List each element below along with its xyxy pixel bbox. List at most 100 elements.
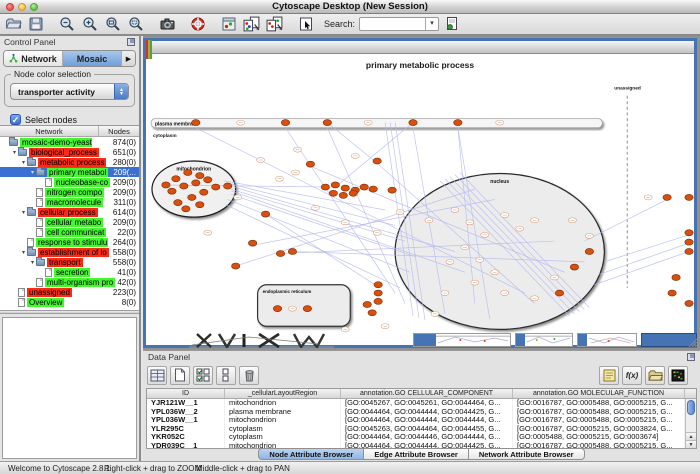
network-view-window[interactable]: primary metabolic process plasma membran… [143, 38, 697, 348]
network-node[interactable] [585, 248, 593, 254]
tree-row[interactable]: nucleobase-co209(0) [0, 177, 139, 187]
column-header[interactable]: annotation.GO CELLULAR_COMPONENT [341, 389, 513, 398]
network-node[interactable] [281, 120, 289, 126]
merge-networks-a-icon[interactable] [242, 15, 262, 33]
open-attributes-icon[interactable] [645, 366, 665, 385]
table-row[interactable]: YPL036W__1mitochondrion[GO:0044464, GO:0… [147, 416, 696, 425]
network-node[interactable] [174, 200, 182, 206]
tab-edge-attribute-browser[interactable]: Edge Attribute Browser [364, 448, 468, 460]
tree-row[interactable]: ▾cellular process614(0) [0, 207, 139, 217]
network-node[interactable] [373, 158, 381, 164]
resize-grip-icon[interactable] [686, 336, 698, 348]
tree-row[interactable]: ▾establishment of lo558(0) [0, 247, 139, 257]
network-edge[interactable] [584, 200, 667, 242]
network-edge[interactable] [231, 194, 415, 256]
tree-row[interactable]: secretion41(0) [0, 267, 139, 277]
column-header[interactable]: annotation.GO MOLECULAR_FUNCTION [513, 389, 685, 398]
merge-networks-b-icon[interactable] [265, 15, 285, 33]
network-node[interactable] [273, 306, 281, 312]
network-node[interactable] [685, 230, 693, 236]
network-node[interactable] [685, 300, 693, 306]
network-node[interactable] [162, 182, 170, 188]
network-node[interactable] [374, 282, 382, 288]
disclosure-triangle-icon[interactable]: ▾ [29, 259, 36, 266]
network-node[interactable] [363, 301, 371, 307]
network-node[interactable] [323, 120, 331, 126]
zoom-out-icon[interactable] [57, 15, 77, 33]
network-node[interactable] [331, 182, 339, 188]
disclosure-triangle-icon[interactable]: ▾ [20, 159, 27, 166]
tab-node-attribute-browser[interactable]: Node Attribute Browser [258, 448, 364, 460]
attribute-table[interactable]: ID_cellularLayoutRegionannotation.GO CEL… [146, 388, 697, 449]
network-node[interactable] [172, 176, 180, 182]
network-node[interactable] [374, 298, 382, 304]
network-node[interactable] [454, 120, 462, 126]
background-window-thumbnail[interactable] [413, 333, 511, 347]
chevron-down-icon[interactable]: ▾ [425, 18, 438, 30]
network-node[interactable] [196, 173, 204, 179]
tab-network-attribute-browser[interactable]: Network Attribute Browser [469, 448, 585, 460]
tree-row[interactable]: nitrogen compo209(0) [0, 187, 139, 197]
network-node[interactable] [192, 120, 200, 126]
scroll-down-icon[interactable]: ▼ [686, 440, 696, 448]
tab-mosaic[interactable]: Mosaic [63, 51, 122, 66]
network-node[interactable] [261, 211, 269, 217]
tab-network[interactable]: Network [4, 51, 63, 66]
birdseye-view[interactable] [2, 317, 137, 459]
network-node[interactable] [570, 264, 578, 270]
network-node[interactable] [672, 274, 680, 280]
background-window-thumbnail[interactable] [577, 333, 637, 347]
tree-row[interactable]: unassigned223(0) [0, 287, 139, 297]
network-node[interactable] [196, 202, 204, 208]
save-icon[interactable] [26, 15, 46, 33]
network-edge[interactable] [599, 243, 689, 274]
network-node[interactable] [341, 185, 349, 191]
table-row[interactable]: YKR052Ccytoplasm[GO:0044464, GO:0044446,… [147, 433, 696, 442]
tree-row[interactable]: multi-organism pro42(0) [0, 277, 139, 287]
tree-row[interactable]: ▾primary metabol209(... [0, 167, 139, 177]
network-node[interactable] [329, 190, 337, 196]
network-node[interactable] [685, 239, 693, 245]
network-node[interactable] [288, 248, 296, 254]
help-icon[interactable] [188, 15, 208, 33]
background-window-thumbnail[interactable] [515, 333, 573, 347]
attribute-table-header[interactable]: ID_cellularLayoutRegionannotation.GO CEL… [147, 389, 696, 399]
select-attributes-icon[interactable] [193, 366, 213, 385]
network-node[interactable] [321, 184, 329, 190]
network-node[interactable] [685, 194, 693, 200]
dropdown-stepper-icon[interactable]: ▲▼ [114, 83, 128, 100]
network-node[interactable] [168, 188, 176, 194]
network-node[interactable] [192, 180, 200, 186]
tree-row[interactable]: cell communicat22(0) [0, 227, 139, 237]
network-node[interactable] [663, 194, 671, 200]
table-row[interactable]: YJR121W__1mitochondrion[GO:0045267, GO:0… [147, 399, 696, 408]
unselect-attributes-icon[interactable] [216, 366, 236, 385]
close-icon[interactable] [6, 3, 14, 11]
import-network-icon[interactable] [442, 15, 462, 33]
minimize-icon[interactable] [18, 3, 26, 11]
zoom-fit-icon[interactable] [103, 15, 123, 33]
tree-row[interactable]: cellular metabo209(0) [0, 217, 139, 227]
network-node[interactable] [349, 190, 357, 196]
tree-row[interactable]: Overview8(0) [0, 297, 139, 307]
network-node[interactable] [276, 251, 284, 257]
tree-column-nodes[interactable]: Nodes [99, 126, 139, 136]
open-file-icon[interactable] [3, 15, 23, 33]
table-row[interactable]: YPL036W__2plasma membrane[GO:0044464, GO… [147, 408, 696, 417]
network-node[interactable] [369, 186, 377, 192]
attribute-matrix-icon[interactable] [668, 366, 688, 385]
cytopanel-icon[interactable] [219, 15, 239, 33]
network-node[interactable] [231, 263, 239, 269]
tree-header[interactable]: Network Nodes [0, 126, 139, 137]
network-node[interactable] [339, 192, 347, 198]
more-tabs-icon[interactable]: ▶ [122, 51, 135, 66]
table-scrollbar[interactable]: ▲ ▼ [685, 399, 696, 448]
search-field[interactable] [360, 20, 425, 29]
network-node[interactable] [685, 248, 693, 254]
network-node[interactable] [182, 206, 190, 212]
float-panel-icon[interactable] [127, 38, 135, 46]
notes-icon[interactable] [599, 366, 619, 385]
network-canvas[interactable]: plasma membrane cytoplasm mitochondrion … [146, 54, 694, 345]
tree-row[interactable]: ▾metabolic process280(0) [0, 157, 139, 167]
disclosure-triangle-icon[interactable]: ▾ [20, 249, 27, 256]
